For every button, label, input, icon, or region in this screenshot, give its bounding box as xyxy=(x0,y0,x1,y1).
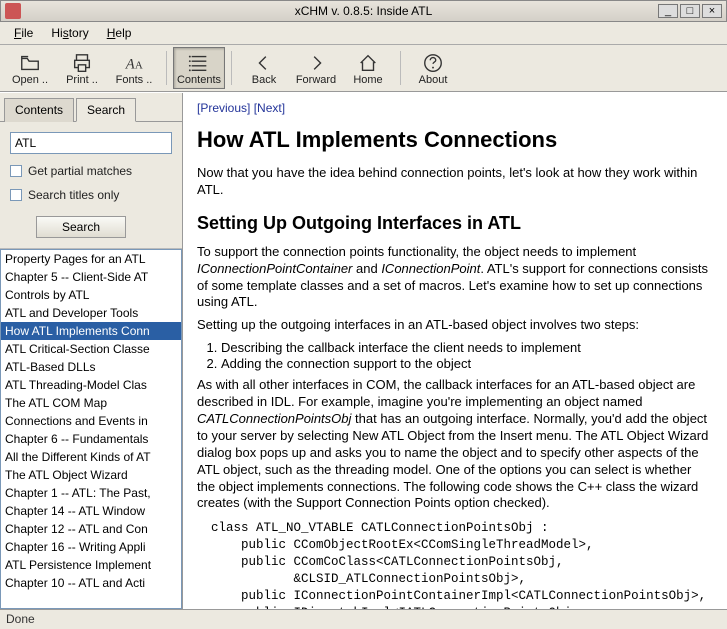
about-label: About xyxy=(419,74,448,86)
forward-label: Forward xyxy=(296,74,336,86)
result-item[interactable]: ATL Critical-Section Classe xyxy=(1,340,181,358)
print-button[interactable]: Print .. xyxy=(56,47,108,89)
steps-list: Describing the callback interface the cl… xyxy=(221,340,709,371)
nav-links: [Previous] [Next] xyxy=(197,101,709,115)
result-item[interactable]: The ATL COM Map xyxy=(1,394,181,412)
toolbar-separator xyxy=(400,51,401,85)
paragraph: To support the connection points functio… xyxy=(197,244,709,312)
next-link[interactable]: [Next] xyxy=(254,101,285,115)
italic-term: IConnectionPointContainer xyxy=(197,261,352,276)
title-bar: xCHM v. 0.8.5: Inside ATL _ □ × xyxy=(0,0,727,22)
toolbar-separator xyxy=(231,51,232,85)
print-icon xyxy=(70,52,94,74)
list-item: Describing the callback interface the cl… xyxy=(221,340,709,355)
fonts-icon: AA xyxy=(122,52,146,74)
about-button[interactable]: About xyxy=(407,47,459,89)
checkbox-icon xyxy=(10,189,22,201)
search-input[interactable] xyxy=(10,132,172,154)
menu-file[interactable]: File xyxy=(6,24,41,42)
results-list[interactable]: Property Pages for an ATLChapter 5 -- Cl… xyxy=(1,250,181,608)
print-label: Print .. xyxy=(66,74,98,86)
forward-button[interactable]: Forward xyxy=(290,47,342,89)
result-item[interactable]: Chapter 10 -- ATL and Acti xyxy=(1,574,181,592)
section-heading: Setting Up Outgoing Interfaces in ATL xyxy=(197,213,709,234)
page-heading: How ATL Implements Connections xyxy=(197,127,709,153)
contents-label: Contents xyxy=(177,74,221,86)
fonts-label: Fonts .. xyxy=(116,74,153,86)
paragraph: As with all other interfaces in COM, the… xyxy=(197,377,709,512)
result-item[interactable]: Chapter 16 -- Writing Appli xyxy=(1,538,181,556)
content-pane[interactable]: [Previous] [Next] How ATL Implements Con… xyxy=(183,93,727,609)
back-icon xyxy=(252,52,276,74)
prev-link[interactable]: [Previous] xyxy=(197,101,250,115)
result-item[interactable]: Chapter 14 -- ATL Window xyxy=(1,502,181,520)
result-item[interactable]: The ATL Object Wizard xyxy=(1,466,181,484)
app-icon xyxy=(5,3,21,19)
contents-button[interactable]: Contents xyxy=(173,47,225,89)
open-button[interactable]: Open .. xyxy=(4,47,56,89)
result-item[interactable]: Chapter 6 -- Fundamentals xyxy=(1,430,181,448)
sidebar: Contents Search Get partial matches Sear… xyxy=(0,93,183,609)
italic-term: CATLConnectionPointsObj xyxy=(197,411,351,426)
result-item[interactable]: ATL Persistence Implement xyxy=(1,556,181,574)
svg-text:A: A xyxy=(125,57,135,73)
result-item[interactable]: ATL and Developer Tools xyxy=(1,304,181,322)
results-box: Property Pages for an ATLChapter 5 -- Cl… xyxy=(0,249,182,609)
window-title: xCHM v. 0.8.5: Inside ATL xyxy=(1,4,726,18)
fonts-button[interactable]: AA Fonts .. xyxy=(108,47,160,89)
result-item[interactable]: Connections and Events in xyxy=(1,412,181,430)
result-item[interactable]: Property Pages for an ATL xyxy=(1,250,181,268)
open-icon xyxy=(18,52,42,74)
home-icon xyxy=(356,52,380,74)
italic-term: IConnectionPoint xyxy=(381,261,480,276)
paragraph: Now that you have the idea behind connec… xyxy=(197,165,709,199)
tab-contents[interactable]: Contents xyxy=(4,98,74,122)
menu-history[interactable]: History xyxy=(43,24,96,42)
tab-search[interactable]: Search xyxy=(76,98,136,122)
result-item[interactable]: ATL-Based DLLs xyxy=(1,358,181,376)
titles-only-checkbox[interactable]: Search titles only xyxy=(10,188,172,202)
status-bar: Done xyxy=(0,609,727,629)
result-item[interactable]: Controls by ATL xyxy=(1,286,181,304)
menu-bar: File History Help xyxy=(0,22,727,45)
about-icon xyxy=(421,52,445,74)
result-item[interactable]: Chapter 5 -- Client-Side AT xyxy=(1,268,181,286)
main-area: Contents Search Get partial matches Sear… xyxy=(0,92,727,609)
back-button[interactable]: Back xyxy=(238,47,290,89)
result-item[interactable]: Chapter 1 -- ATL: The Past, xyxy=(1,484,181,502)
forward-icon xyxy=(304,52,328,74)
titles-only-label: Search titles only xyxy=(28,188,119,202)
partial-matches-checkbox[interactable]: Get partial matches xyxy=(10,164,172,178)
home-label: Home xyxy=(353,74,382,86)
close-button[interactable]: × xyxy=(702,4,722,18)
result-item[interactable]: How ATL Implements Conn xyxy=(1,322,181,340)
open-label: Open .. xyxy=(12,74,48,86)
partial-matches-label: Get partial matches xyxy=(28,164,132,178)
svg-text:A: A xyxy=(135,60,143,72)
minimize-button[interactable]: _ xyxy=(658,4,678,18)
toolbar: Open .. Print .. AA Fonts .. Contents Ba… xyxy=(0,45,727,92)
checkbox-icon xyxy=(10,165,22,177)
maximize-button[interactable]: □ xyxy=(680,4,700,18)
toolbar-separator xyxy=(166,51,167,85)
code-block: class ATL_NO_VTABLE CATLConnectionPoints… xyxy=(211,520,709,609)
back-label: Back xyxy=(252,74,276,86)
paragraph: Setting up the outgoing interfaces in an… xyxy=(197,317,709,334)
search-button[interactable]: Search xyxy=(36,216,126,238)
home-button[interactable]: Home xyxy=(342,47,394,89)
menu-help[interactable]: Help xyxy=(99,24,140,42)
result-item[interactable]: Chapter 12 -- ATL and Con xyxy=(1,520,181,538)
result-item[interactable]: All the Different Kinds of AT xyxy=(1,448,181,466)
search-panel: Get partial matches Search titles only S… xyxy=(0,122,182,249)
list-item: Adding the connection support to the obj… xyxy=(221,356,709,371)
sidebar-tabs: Contents Search xyxy=(0,93,182,122)
result-item[interactable]: ATL Threading-Model Clas xyxy=(1,376,181,394)
contents-icon xyxy=(187,52,211,74)
